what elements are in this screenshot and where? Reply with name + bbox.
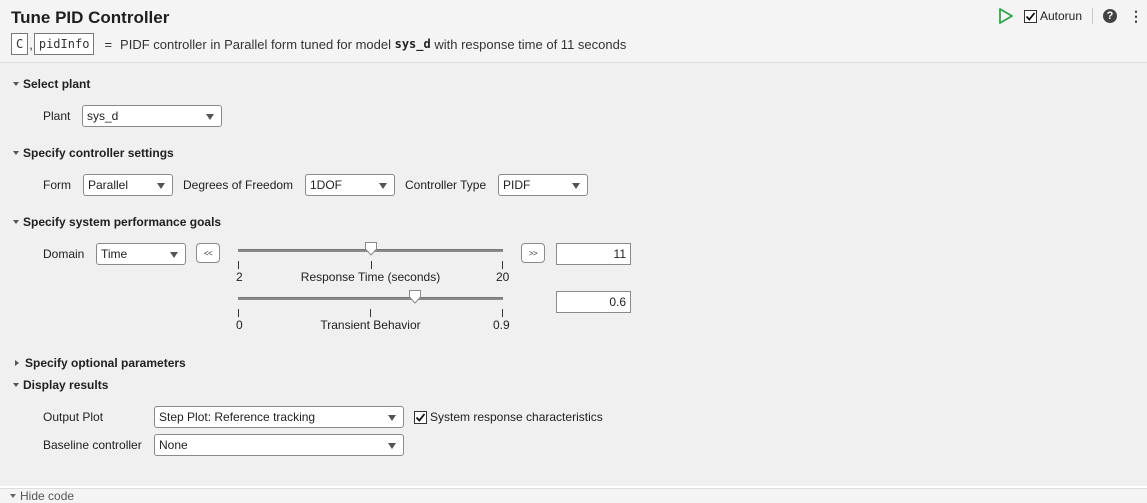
form-dropdown-value: Parallel bbox=[88, 178, 129, 192]
section-performance-goals[interactable]: Specify system performance goals bbox=[13, 215, 221, 229]
more-options-icon[interactable]: ⋮ bbox=[1129, 9, 1143, 23]
expand-arrow-icon bbox=[13, 82, 19, 86]
slider-tick-max bbox=[502, 261, 503, 269]
collapse-arrow-icon bbox=[15, 360, 19, 366]
plant-label: Plant bbox=[43, 109, 71, 123]
chevron-down-icon bbox=[388, 415, 396, 421]
baseline-controller-dropdown[interactable]: None bbox=[154, 434, 404, 456]
expand-arrow-icon bbox=[10, 494, 16, 498]
baseline-controller-dropdown-value: None bbox=[159, 438, 188, 452]
equals-sign: = bbox=[104, 36, 113, 52]
section-title: Specify system performance goals bbox=[23, 215, 222, 229]
baseline-controller-label: Baseline controller bbox=[43, 438, 142, 452]
output-plot-dropdown[interactable]: Step Plot: Reference tracking bbox=[154, 406, 404, 428]
summary-suffix: with response time of 11 seconds bbox=[434, 36, 627, 52]
section-title: Specify controller settings bbox=[23, 146, 174, 160]
section-display-results[interactable]: Display results bbox=[13, 378, 108, 392]
summary-prefix: PIDF controller in Parallel form tuned f… bbox=[120, 36, 391, 52]
slider-thumb[interactable] bbox=[365, 242, 377, 256]
domain-label: Domain bbox=[43, 247, 85, 261]
section-title: Select plant bbox=[23, 77, 91, 91]
output-plot-dropdown-value: Step Plot: Reference tracking bbox=[159, 410, 316, 424]
slider-title: Transient Behavior bbox=[320, 318, 421, 332]
task-summary: C , pidInfo = PIDF controller in Paralle… bbox=[11, 33, 626, 55]
expand-arrow-icon bbox=[13, 383, 19, 387]
system-response-characteristics-checkbox[interactable] bbox=[414, 410, 427, 424]
dof-label: Degrees of Freedom bbox=[183, 178, 294, 192]
dof-dropdown[interactable]: 1DOF bbox=[305, 174, 395, 196]
response-time-slider[interactable]: 2 Response Time (seconds) 20 bbox=[236, 241, 510, 284]
checkmark-icon bbox=[1025, 11, 1036, 21]
slider-max-label: 0.9 bbox=[493, 318, 510, 332]
expand-arrow-icon bbox=[13, 220, 19, 224]
plant-dropdown[interactable]: sys_d bbox=[82, 105, 222, 127]
slider-title: Response Time (seconds) bbox=[300, 270, 441, 284]
checkmark-icon bbox=[415, 412, 426, 422]
response-time-input[interactable]: 11 bbox=[556, 243, 631, 265]
live-task-header: Tune PID Controller C , pidInfo = PIDF c… bbox=[0, 0, 1147, 63]
chevron-down-icon bbox=[206, 114, 214, 120]
domain-dropdown[interactable]: Time bbox=[96, 243, 186, 265]
autorun-checkbox[interactable] bbox=[1023, 9, 1037, 23]
help-icon[interactable]: ? bbox=[1103, 9, 1117, 23]
task-title: Tune PID Controller bbox=[11, 8, 170, 27]
chevron-down-icon bbox=[157, 183, 165, 189]
hide-code-label[interactable]: Hide code bbox=[20, 489, 74, 503]
section-optional-parameters[interactable]: Specify optional parameters bbox=[13, 356, 186, 370]
transient-behavior-slider[interactable]: 0 Transient Behavior 0.9 bbox=[236, 289, 510, 332]
play-icon[interactable] bbox=[998, 7, 1014, 25]
autorun-label[interactable]: Autorun bbox=[1040, 9, 1082, 23]
increase-response-time-button[interactable]: >> bbox=[521, 243, 545, 263]
toolbar-divider bbox=[1092, 8, 1093, 24]
output-variable-pidinfo[interactable]: pidInfo bbox=[33, 33, 95, 55]
slider-tick-value bbox=[371, 261, 372, 269]
section-title: Specify optional parameters bbox=[25, 356, 186, 370]
chevron-down-icon bbox=[572, 183, 580, 189]
decrease-response-time-button[interactable]: << bbox=[196, 243, 220, 263]
chevron-down-icon bbox=[170, 252, 178, 258]
transient-behavior-input[interactable]: 0.6 bbox=[556, 291, 631, 313]
section-controller-settings[interactable]: Specify controller settings bbox=[13, 146, 174, 160]
slider-tick-min bbox=[238, 309, 239, 317]
controller-type-dropdown-value: PIDF bbox=[503, 178, 531, 192]
section-select-plant[interactable]: Select plant bbox=[13, 77, 90, 91]
controller-type-dropdown[interactable]: PIDF bbox=[498, 174, 588, 196]
hide-code-toggle[interactable]: Hide code bbox=[0, 488, 1147, 503]
domain-dropdown-value: Time bbox=[101, 247, 128, 261]
form-label: Form bbox=[43, 178, 71, 192]
slider-tick-mid bbox=[370, 309, 371, 317]
slider-thumb[interactable] bbox=[409, 290, 421, 304]
controller-type-label: Controller Type bbox=[405, 178, 487, 192]
plant-dropdown-value: sys_d bbox=[87, 109, 119, 123]
output-plot-label: Output Plot bbox=[43, 410, 104, 424]
chevron-down-icon bbox=[388, 443, 396, 449]
system-response-characteristics-option[interactable]: System response characteristics bbox=[414, 410, 603, 424]
task-toolbar: Autorun ? ⋮ bbox=[998, 6, 1143, 26]
slider-tick-max bbox=[502, 309, 503, 317]
output-variable-c[interactable]: C bbox=[11, 33, 29, 55]
slider-max-label: 20 bbox=[496, 270, 510, 284]
system-response-characteristics-label[interactable]: System response characteristics bbox=[430, 410, 603, 424]
output-separator: , bbox=[29, 36, 33, 52]
expand-arrow-icon bbox=[13, 151, 19, 155]
dof-dropdown-value: 1DOF bbox=[310, 178, 343, 192]
slider-track[interactable] bbox=[238, 297, 503, 300]
chevron-down-icon bbox=[379, 183, 387, 189]
section-title: Display results bbox=[23, 378, 109, 392]
slider-tick-min bbox=[238, 261, 239, 269]
form-dropdown[interactable]: Parallel bbox=[83, 174, 173, 196]
summary-model: sys_d bbox=[394, 37, 431, 51]
